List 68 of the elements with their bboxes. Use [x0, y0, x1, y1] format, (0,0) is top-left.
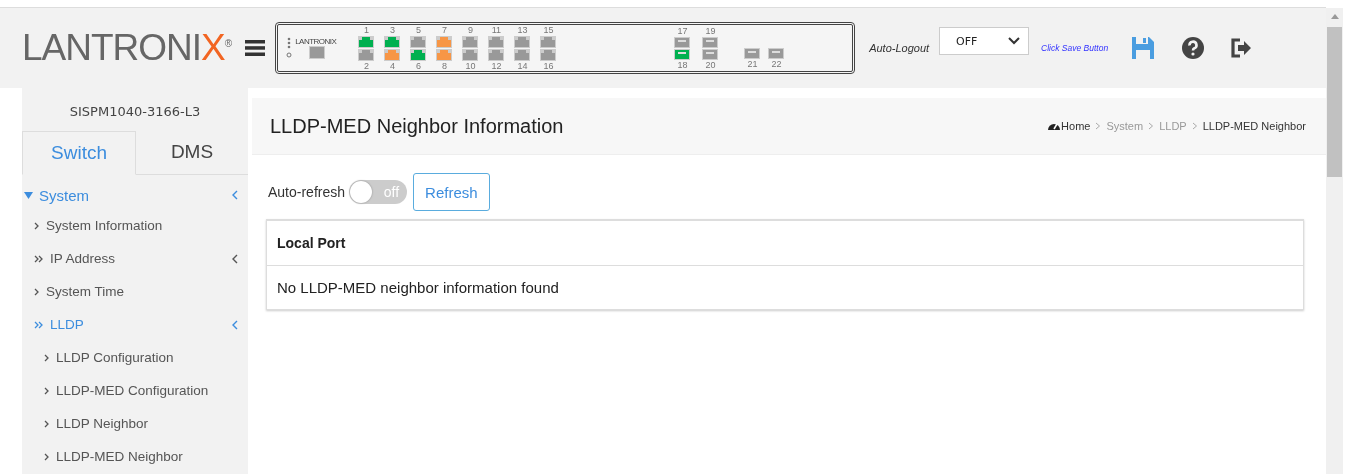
port-number: 8: [441, 61, 447, 71]
port-number: 20: [705, 60, 716, 70]
auto-refresh-label: Auto-refresh: [268, 184, 346, 200]
port-number: 3: [389, 25, 395, 35]
chevron-right-icon: [34, 221, 40, 230]
chevron-down-icon: [1008, 37, 1021, 45]
port-number: 4: [389, 61, 395, 71]
chevron-right-icon: [34, 287, 40, 296]
port-number: 5: [415, 25, 421, 35]
port-number: 12: [491, 61, 502, 71]
panel-logo: LANTRONIX: [295, 37, 337, 46]
scroll-thumb[interactable]: [1327, 27, 1342, 177]
auto-logout-label: Auto-Logout: [869, 42, 930, 54]
chevron-right-icon: [44, 386, 50, 395]
menu-item[interactable]: System Time: [22, 275, 248, 308]
menu-item[interactable]: LLDP-MED Neighbor: [22, 440, 248, 473]
port-number: 13: [517, 25, 528, 35]
port-number: 2: [363, 61, 369, 71]
led-icon: [286, 37, 293, 59]
port-number: 10: [465, 61, 476, 71]
help-icon[interactable]: [1182, 37, 1205, 59]
double-chevron-icon: [34, 320, 44, 329]
breadcrumb-separator-icon: [1191, 122, 1198, 130]
port-number: 1: [363, 25, 369, 35]
menu-item[interactable]: LLDP Configuration: [22, 341, 248, 374]
port-number: 17: [677, 26, 688, 36]
chevron-left-icon: [232, 253, 238, 264]
port-number: 6: [415, 61, 421, 71]
chevron-left-icon: [232, 190, 238, 200]
refresh-button[interactable]: Refresh: [413, 173, 490, 211]
auto-logout-dropdown[interactable]: OFF: [939, 27, 1030, 55]
port-number: 21: [747, 60, 758, 69]
port-number: 9: [467, 25, 473, 35]
port-number: 16: [543, 61, 554, 71]
scrollbar[interactable]: [1326, 8, 1343, 474]
port-number: 7: [441, 25, 447, 35]
double-chevron-icon: [34, 254, 44, 263]
caret-down-icon: [24, 191, 33, 199]
chevron-right-icon: [44, 353, 50, 362]
column-header: Local Port: [277, 235, 346, 251]
console-port-icon: [309, 46, 326, 59]
save-hint: Click Save Button: [1041, 43, 1109, 53]
dashboard-icon: [1048, 121, 1061, 131]
logo: LANTRONIX$^{®}$: [22, 27, 232, 68]
page-title: LLDP-MED Neighbor Information: [270, 114, 564, 138]
empty-message: No LLDP-MED neighbor information found: [276, 278, 560, 298]
save-icon[interactable]: [1132, 37, 1155, 59]
port-number: 18: [677, 60, 688, 70]
chevron-right-icon: [44, 452, 50, 461]
port-number: 22: [771, 60, 782, 69]
chevron-left-icon: [232, 319, 238, 330]
breadcrumb-link[interactable]: Home: [1061, 120, 1091, 132]
breadcrumb-separator-icon: [1148, 122, 1155, 130]
menu-item[interactable]: IP Address: [22, 242, 248, 275]
chevron-right-icon: [44, 419, 50, 428]
menu-icon[interactable]: [245, 39, 266, 57]
port-number: 19: [705, 26, 716, 36]
breadcrumb-separator-icon: [1095, 122, 1102, 130]
port-number: 15: [543, 25, 554, 35]
menu-item[interactable]: LLDP Neighbor: [22, 407, 248, 440]
menu-item[interactable]: LLDP-MED Configuration: [22, 374, 248, 407]
scroll-up-icon: [1330, 14, 1339, 19]
device-name: SISPM1040-3166-L3: [68, 103, 202, 121]
port-number: 11: [491, 25, 502, 35]
logout-icon[interactable]: [1230, 38, 1253, 58]
sidebar-tab[interactable]: DMS: [136, 131, 248, 174]
port-number: 14: [517, 61, 528, 71]
menu-item[interactable]: System Information: [22, 209, 248, 242]
